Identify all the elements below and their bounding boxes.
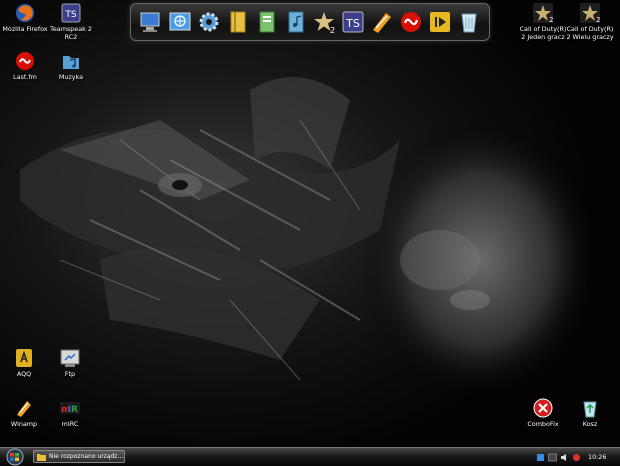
teamspeak-icon[interactable]: TS — [340, 9, 366, 35]
folder-icon — [37, 453, 46, 461]
desktop-icon-muzyka[interactable]: Muzyka — [40, 50, 102, 82]
start-button[interactable] — [3, 448, 27, 466]
music-folder-icon — [63, 56, 79, 69]
settings-gear-icon[interactable] — [196, 9, 222, 35]
firefox-icon — [16, 4, 34, 22]
desktop-icon-label: mIRC — [61, 420, 79, 428]
svg-text:2: 2 — [330, 26, 335, 35]
ftp-icon — [60, 349, 80, 367]
svg-text:TS: TS — [64, 10, 76, 20]
antivirus-icon[interactable] — [572, 453, 581, 462]
taskbar-clock[interactable]: 10:26 — [588, 453, 606, 461]
desktop-icon-recycle-bin[interactable]: Kosz — [559, 397, 620, 429]
system-tray: 10:26 — [536, 450, 618, 464]
desktop-icon-label: ComboFix — [527, 420, 559, 428]
combofix-icon — [533, 398, 553, 418]
media-player-icon[interactable] — [427, 9, 453, 35]
desktop-icon-label: Teamspeak 2 RC2 — [50, 25, 92, 41]
call-of-duty-icon: 2 — [533, 3, 553, 24]
language-icon[interactable] — [548, 453, 557, 462]
winamp-icon — [17, 401, 31, 417]
music-folder-icon[interactable] — [283, 9, 309, 35]
my-computer-icon[interactable] — [138, 9, 164, 35]
desktop-icon-cod2-multi[interactable]: 2 Call of Duty(R) 2 Wielu graczy — [559, 2, 620, 41]
recycle-bin-icon — [583, 401, 597, 418]
lastfm-icon[interactable] — [398, 9, 424, 35]
desktop-icon-mirc[interactable]: m I R mIRC — [39, 397, 101, 429]
desktop-icon-label: Call of Duty(R) 2 Wielu graczy — [566, 25, 614, 41]
recycle-bin-icon[interactable] — [456, 9, 482, 35]
desktop-icon-label: Muzyka — [58, 73, 84, 81]
svg-text:2: 2 — [549, 16, 553, 24]
documents-folder-icon[interactable] — [254, 9, 280, 35]
desktop-icon-label: Winamp — [10, 420, 38, 428]
desktop-icon-label: Last.fm — [13, 73, 37, 81]
desktop-icon-teamspeak[interactable]: TS Teamspeak 2 RC2 — [40, 2, 102, 41]
volume-icon[interactable] — [560, 453, 569, 462]
svg-text:2: 2 — [596, 16, 600, 24]
lastfm-icon — [16, 52, 34, 70]
taskbar-window-button[interactable]: Nie rozpoznano urządz... — [33, 450, 125, 463]
quick-launch-dock: 2 TS — [130, 3, 490, 41]
mirc-icon: m I R — [60, 402, 80, 415]
taskbar-window-label: Nie rozpoznano urządz... — [49, 453, 124, 460]
call-of-duty-icon[interactable]: 2 — [311, 9, 337, 35]
call-of-duty-icon: 2 — [580, 3, 600, 24]
taskbar: Nie rozpoznano urządz... 10:26 — [0, 447, 620, 466]
desktop-icon-ftp[interactable]: Ftp — [39, 347, 101, 379]
desktop-icon-label: Kosz — [582, 420, 598, 428]
aqq-icon — [16, 349, 32, 367]
svg-text:TS: TS — [346, 17, 361, 30]
folder-icon[interactable] — [225, 9, 251, 35]
desktop-icon-label: AQQ — [16, 370, 32, 378]
svg-text:R: R — [71, 405, 78, 415]
teamspeak-icon: TS — [61, 3, 81, 23]
desktop-icon-label: Ftp — [64, 370, 76, 378]
network-icon[interactable] — [536, 453, 545, 462]
internet-icon[interactable] — [167, 9, 193, 35]
winamp-icon[interactable] — [369, 9, 395, 35]
